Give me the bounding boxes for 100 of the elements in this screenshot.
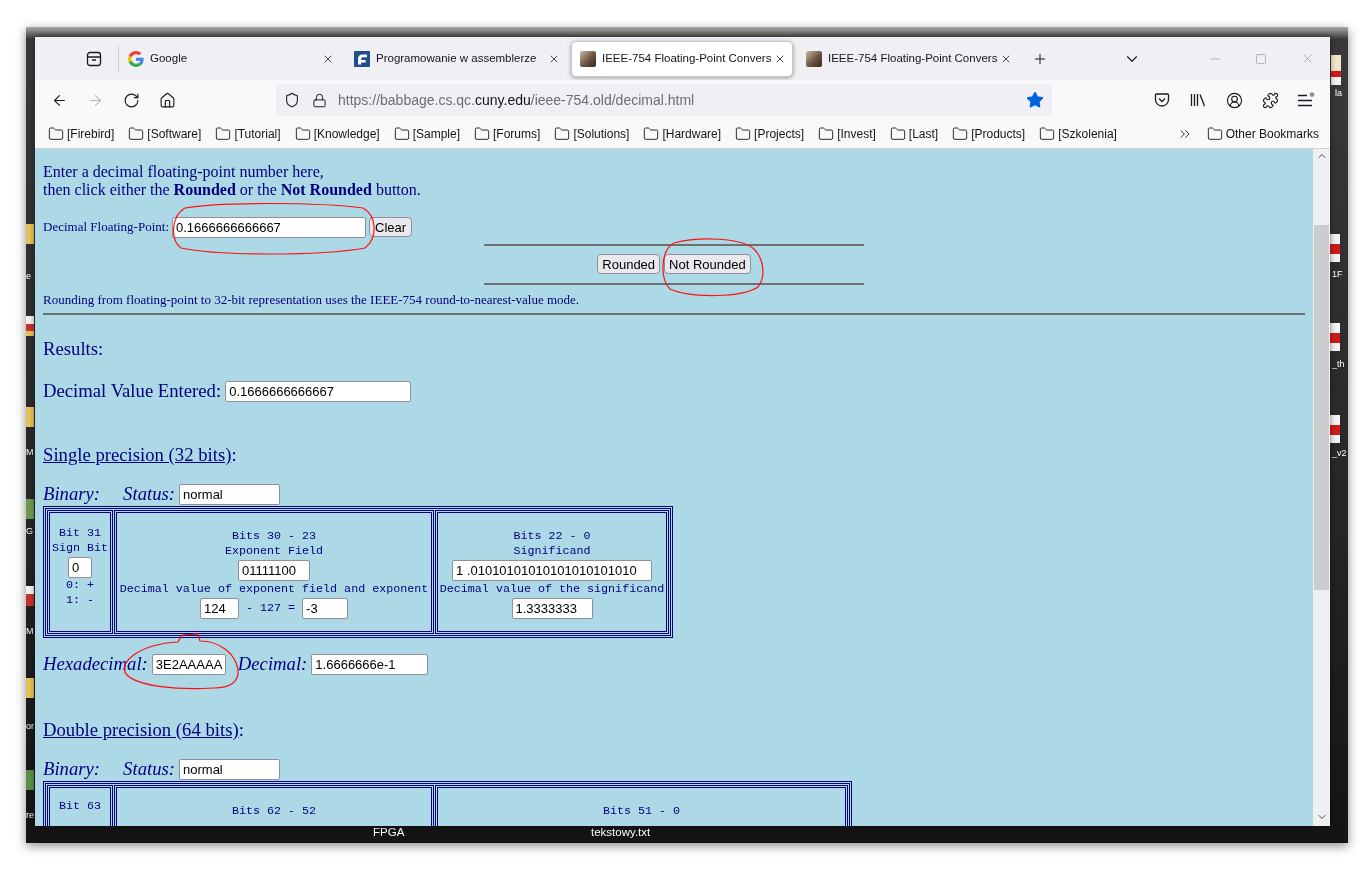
- scrollbar-thumb[interactable]: [1314, 225, 1329, 590]
- folder-icon: [554, 126, 571, 142]
- desktop-icon-label[interactable]: _th: [1332, 359, 1345, 370]
- column-heading: Bit 31 Sign Bit: [51, 526, 109, 556]
- lock-icon[interactable]: [312, 92, 327, 108]
- hexadecimal-field[interactable]: 3E2AAAAA: [151, 653, 226, 675]
- file-icon[interactable]: [1331, 55, 1341, 85]
- desktop-icon-label[interactable]: _v2: [1332, 448, 1347, 459]
- significand-value-field[interactable]: 1.3333333: [511, 598, 593, 619]
- clear-button[interactable]: Clear: [369, 217, 413, 237]
- folder-icon: [1039, 126, 1056, 142]
- binary-label: Binary:: [43, 757, 101, 781]
- desktop-icon-label[interactable]: FPGA: [373, 826, 405, 839]
- bookmark-folder[interactable]: [Hardware]: [639, 122, 726, 146]
- exponent-value-field[interactable]: -3: [302, 598, 349, 619]
- desktop-icon[interactable]: [26, 316, 34, 336]
- bookmark-folder[interactable]: [Tutorial]: [211, 122, 285, 146]
- star-icon[interactable]: [1026, 91, 1044, 109]
- folder-icon: [294, 126, 311, 142]
- significand-field[interactable]: 1 .01010101010101010101010: [452, 560, 652, 581]
- bookmark-folder[interactable]: [Sample]: [389, 122, 465, 146]
- bookmark-folder[interactable]: [Knowledge]: [290, 122, 384, 146]
- address-bar[interactable]: https://babbage.cs.qc.cuny.edu/ieee-754.old/decimal.html: [276, 84, 1052, 116]
- desktop-icon-label[interactable]: e: [26, 271, 31, 282]
- scrollbar[interactable]: [1313, 149, 1330, 826]
- folder-icon: [1206, 126, 1223, 142]
- google-logo-icon: [128, 50, 144, 67]
- tray-icon[interactable]: [86, 50, 102, 67]
- puzzle-icon[interactable]: [1261, 91, 1279, 109]
- bookmark-folder[interactable]: Other Bookmarks: [1202, 122, 1323, 146]
- folder-icon: [643, 126, 660, 142]
- menu-icon[interactable]: [1297, 92, 1315, 108]
- convert-button[interactable]: Not Rounded: [664, 254, 751, 274]
- binary-label: Binary:: [43, 482, 101, 506]
- folder-icon: [818, 126, 835, 142]
- field-label: Decimal Floating-Point:: [43, 218, 169, 237]
- pdf-file-icon[interactable]: [1330, 415, 1340, 443]
- bookmark-folder[interactable]: [Last]: [885, 122, 943, 146]
- browser-tab[interactable]: IEEE-754 Floating-Point Convers: [797, 40, 1019, 77]
- browser-tab[interactable]: IEEE-754 Floating-Point Convers: [571, 40, 793, 77]
- folder-icon: [128, 126, 145, 142]
- rounding-note: Rounding from floating-point to 32-bit representation uses the IEEE-754 round-to-nearest-value mode.: [43, 292, 580, 307]
- section-link[interactable]: Double precision (64 bits): [43, 719, 239, 740]
- shield-icon[interactable]: [284, 92, 300, 108]
- desktop-icon-label[interactable]: la: [1335, 88, 1342, 99]
- decimal-field[interactable]: 1.6666666e-1: [311, 653, 429, 675]
- column-heading: Bits 30 - 23 Exponent Field: [224, 529, 324, 559]
- decimal-label: Decimal:: [237, 652, 308, 676]
- pdf-file-icon[interactable]: [1330, 234, 1340, 262]
- desktop-icon-label[interactable]: M: [26, 447, 34, 458]
- bookmark-folder[interactable]: [Products]: [948, 122, 1030, 146]
- browser-tab[interactable]: Google: [119, 40, 341, 77]
- decimal-input[interactable]: 0.1666666666667: [172, 216, 366, 238]
- instructions-text: Enter a decimal floating-point number here, then click either the Rounded or the Not Rounded button.: [43, 163, 421, 199]
- desktop-icon-label[interactable]: re: [26, 810, 34, 821]
- pdf-file-icon[interactable]: [1330, 323, 1340, 351]
- section-heading: Single precision (32 bits):: [43, 444, 237, 466]
- site-logo-icon: [354, 50, 370, 67]
- sign-bit-field[interactable]: 0: [68, 557, 92, 578]
- pocket-icon[interactable]: [1154, 92, 1170, 108]
- results-heading: Results:: [43, 338, 104, 360]
- status-field[interactable]: normal: [179, 758, 280, 780]
- decimal-value-field[interactable]: 0.1666666666667: [225, 380, 412, 402]
- library-icon[interactable]: [1190, 92, 1206, 108]
- folder-icon: [393, 126, 410, 142]
- browser-tab[interactable]: Programowanie w assemblerze: [345, 40, 567, 77]
- desktop-icon-label[interactable]: or: [26, 721, 34, 732]
- bookmark-folder[interactable]: [Solutions]: [550, 122, 634, 146]
- status-label: Status:: [123, 482, 175, 506]
- bookmark-folder[interactable]: [Invest]: [814, 122, 880, 146]
- url-text: https://babbage.cs.qc.cuny.edu/ieee-754.old/decimal.html: [338, 90, 695, 110]
- exponent-field[interactable]: 01111100: [238, 560, 310, 581]
- column-heading: Bit 63: [58, 799, 102, 814]
- bookmark-folder[interactable]: [Forums]: [470, 122, 545, 146]
- bookmark-folder[interactable]: [Szkolenia]: [1035, 122, 1121, 146]
- home-icon[interactable]: [158, 91, 176, 109]
- column-heading: Bits 62 - 52: [231, 804, 317, 819]
- user-circle-icon[interactable]: [1225, 91, 1243, 109]
- biased-exponent-field[interactable]: 124: [199, 598, 239, 619]
- folder-icon: [889, 126, 906, 142]
- field-caption: Decimal value of exponent field and exponent: [119, 582, 429, 597]
- desktop-icon-label[interactable]: M: [26, 626, 34, 637]
- field-label: Decimal Value Entered:: [43, 379, 222, 403]
- folder-icon: [48, 126, 64, 142]
- section-link[interactable]: Single precision (32 bits): [43, 444, 232, 465]
- bookmark-folder[interactable]: [Firebird]: [44, 122, 119, 146]
- bookmark-folder[interactable]: [Software]: [124, 122, 206, 146]
- reload-icon[interactable]: [122, 91, 140, 109]
- status-field[interactable]: normal: [179, 483, 280, 505]
- convert-button[interactable]: Rounded: [597, 254, 661, 274]
- column-heading: Bits 51 - 0: [602, 804, 681, 819]
- desktop-icon-label[interactable]: tekstowy.txt: [591, 826, 651, 839]
- desktop-icon-label[interactable]: 1F: [1332, 269, 1343, 280]
- photo-thumbnail-icon: [580, 50, 596, 67]
- desktop-icon-label[interactable]: G: [26, 526, 33, 537]
- folder-icon: [952, 126, 969, 142]
- bookmark-folder[interactable]: [Projects]: [731, 122, 809, 146]
- folder-icon: [215, 126, 232, 142]
- bias-text: - 127 =: [245, 601, 296, 616]
- desktop-icon[interactable]: [26, 586, 34, 606]
